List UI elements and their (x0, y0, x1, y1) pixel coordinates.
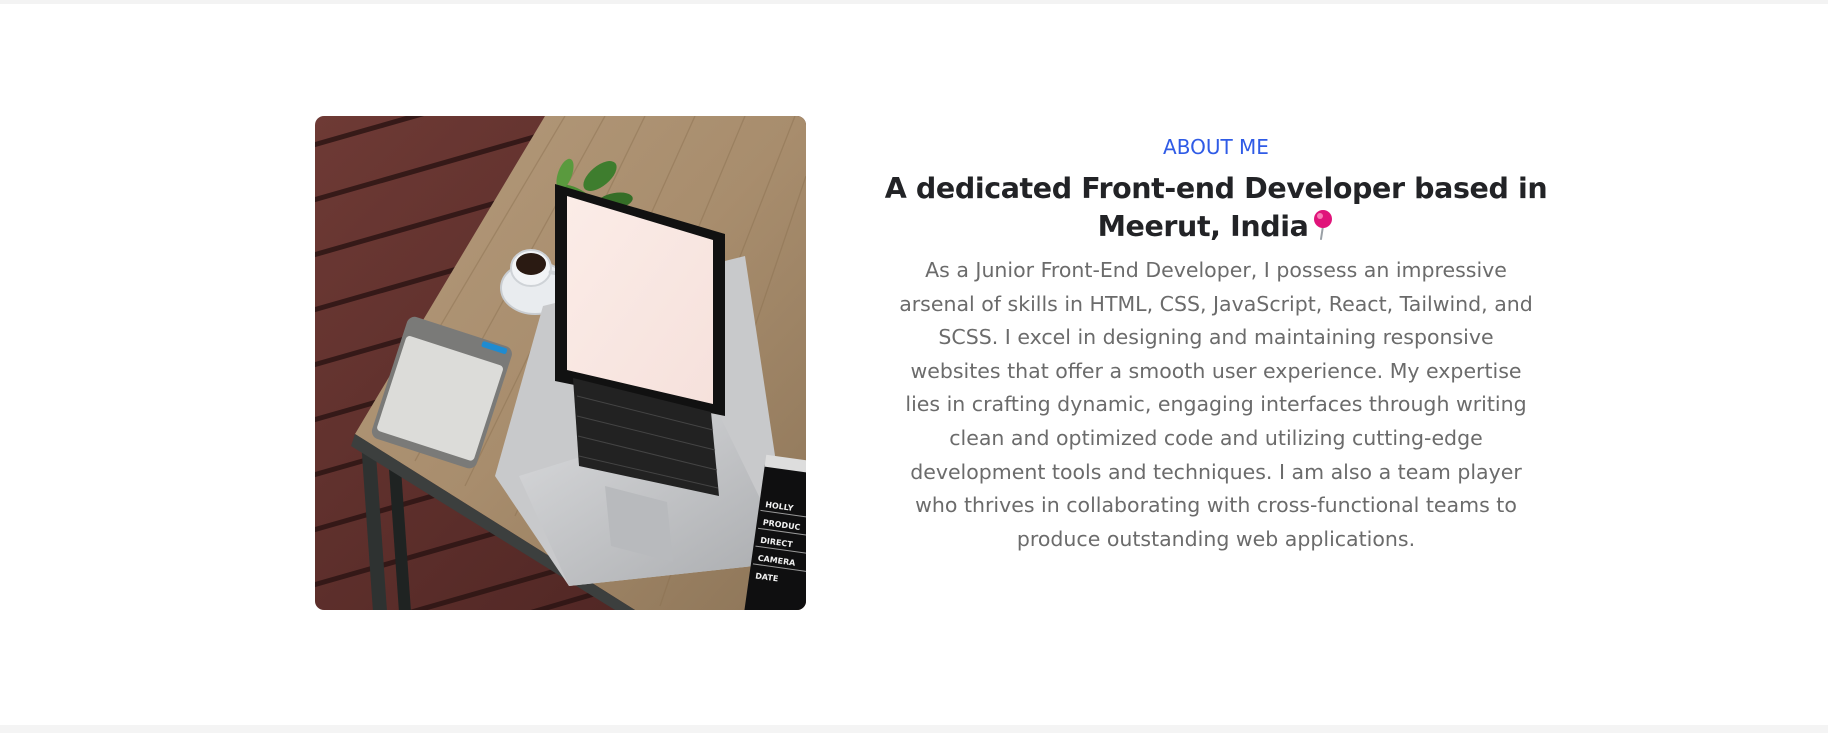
round-pushpin-icon (1312, 208, 1334, 240)
workspace-photo-illustration: HOLLY PRODUC DIRECT CAMERA DATE (315, 116, 806, 610)
about-headline: A dedicated Front-end Developer based in… (880, 170, 1552, 246)
about-eyebrow: ABOUT ME (1163, 135, 1269, 159)
about-content: ABOUT ME A dedicated Front-end Developer… (880, 134, 1552, 556)
about-bio: As a Junior Front-End Developer, I posse… (899, 258, 1533, 551)
bottom-divider (0, 725, 1828, 733)
about-section: HOLLY PRODUC DIRECT CAMERA DATE ABOUT ME… (0, 4, 1828, 725)
about-photo: HOLLY PRODUC DIRECT CAMERA DATE (315, 116, 806, 610)
about-headline-text: A dedicated Front-end Developer based in… (884, 172, 1548, 243)
